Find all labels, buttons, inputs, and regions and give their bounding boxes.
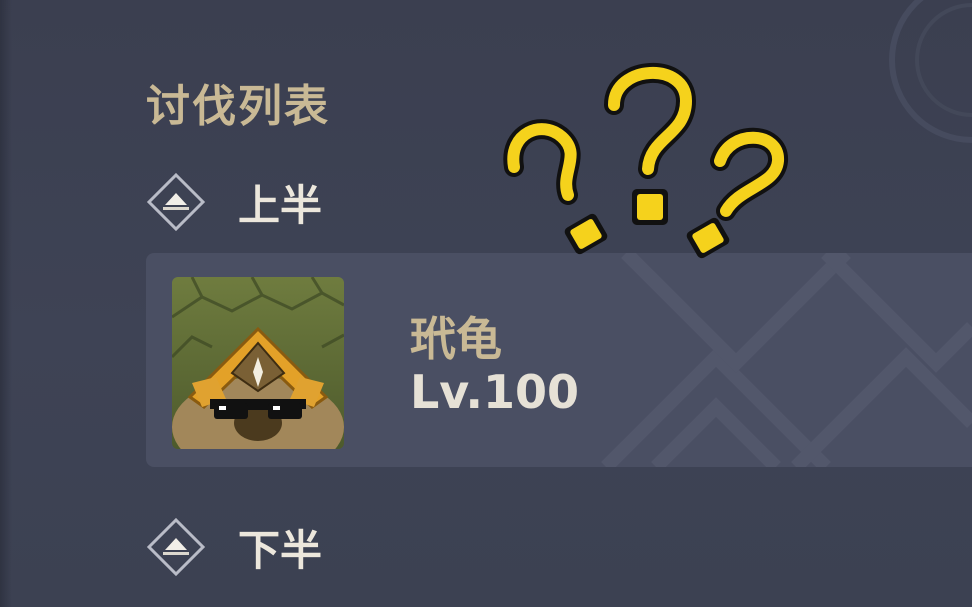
collapse-diamond-icon [146, 172, 206, 232]
group-label-first-half: 上半 [238, 180, 323, 230]
group-header-second-half[interactable]: 下半 [146, 517, 322, 577]
group-header-first-half[interactable]: 上半 [146, 172, 322, 232]
corner-ornament-icon [889, 0, 972, 143]
boss-portrait [172, 277, 344, 449]
question-marks-icon [503, 62, 788, 259]
boss-name: 玳龟 [410, 312, 502, 366]
turtle-boss-icon [172, 277, 344, 449]
card-pattern-decoration [601, 253, 972, 467]
group-label-second-half: 下半 [238, 525, 323, 575]
boss-card[interactable]: 玳龟 Lv.100 [146, 253, 972, 467]
panel-left-edge [0, 0, 12, 607]
collapse-diamond-icon [146, 517, 206, 577]
boss-list-title: 讨伐列表 [146, 81, 330, 132]
boss-level: Lv.100 [410, 365, 580, 419]
